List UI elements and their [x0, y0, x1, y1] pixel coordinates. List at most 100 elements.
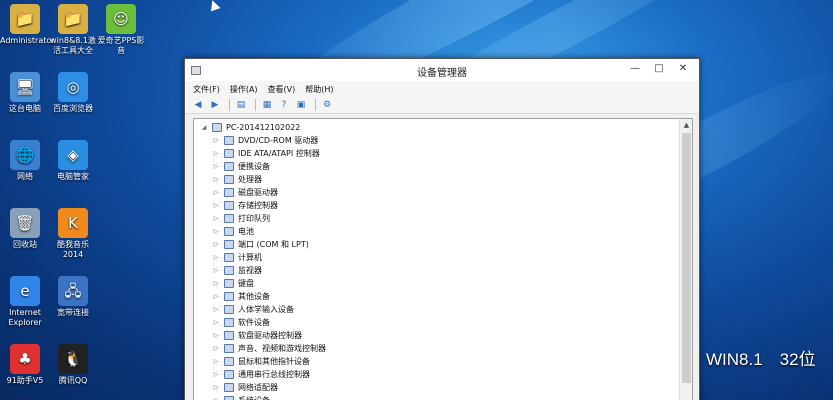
expand-triangle-icon[interactable]: ▷ [212, 397, 220, 400]
tree-item[interactable]: ▷ 处理器 [212, 173, 262, 185]
desktop-icon[interactable]: e Internet Explorer [0, 276, 50, 328]
expand-triangle-icon[interactable]: ▷ [212, 202, 220, 209]
toolbar-separator [315, 99, 316, 111]
expand-triangle-icon[interactable]: ▷ [212, 163, 220, 170]
tree-item[interactable]: ▷ 其他设备 [212, 290, 270, 302]
expand-triangle-icon[interactable]: ▷ [212, 345, 220, 352]
tree-item[interactable]: ▷ 计算机 [212, 251, 262, 263]
tree-item[interactable]: ▷ 存储控制器 [212, 199, 278, 211]
close-button[interactable]: ✕ [671, 61, 695, 77]
expand-triangle-icon[interactable]: ▷ [212, 280, 220, 287]
vertical-scrollbar[interactable]: ▲ [679, 119, 692, 400]
desktop-icon[interactable]: 🐧 腾讯QQ [48, 344, 98, 386]
desktop-icon[interactable]: K 酷我音乐2014 [48, 208, 98, 260]
tree-item[interactable]: ▷ 便携设备 [212, 160, 270, 172]
menu-help[interactable]: 帮助(H) [305, 84, 333, 95]
collapse-triangle-icon[interactable]: ◢ [200, 124, 208, 131]
desktop-icon[interactable]: ♣ 91助手V5 [0, 344, 50, 386]
desktop-icon[interactable]: ◎ 百度浏览器 [48, 72, 98, 114]
expand-triangle-icon[interactable]: ▷ [212, 293, 220, 300]
desktop-app-icon: K [58, 208, 88, 238]
desktop-icon[interactable]: ◈ 电脑管家 [48, 140, 98, 182]
tree-item-label: 存储控制器 [238, 200, 278, 210]
tree-item[interactable]: ▷ 电池 [212, 225, 254, 237]
tree-item[interactable]: ▷ 软盘驱动器控制器 [212, 329, 302, 341]
expand-triangle-icon[interactable]: ▷ [212, 189, 220, 196]
tree-root-node[interactable]: ◢ PC-20141210​2022 [200, 121, 300, 133]
desktop-icon[interactable]: 🗑 回收站 [0, 208, 50, 250]
desktop-app-icon: 🗑 [10, 208, 40, 238]
help-icon[interactable]: ? [277, 99, 291, 111]
tree-root-label: PC-20141210​2022 [226, 122, 301, 132]
device-category-icon [224, 291, 234, 301]
window-title: 设备管理器 [417, 68, 467, 79]
desktop-icon[interactable]: 🖧 宽带连接 [48, 276, 98, 318]
scroll-thumb[interactable] [682, 133, 691, 383]
desktop-icon[interactable]: 🖥 这台电脑 [0, 72, 50, 114]
device-category-icon [224, 304, 234, 314]
menu-action[interactable]: 操作(A) [230, 84, 258, 95]
tree-item[interactable]: ▷ 系统设备 [212, 394, 270, 400]
expand-triangle-icon[interactable]: ▷ [212, 384, 220, 391]
properties-icon[interactable]: ▦ [260, 99, 274, 111]
expand-triangle-icon[interactable]: ▷ [212, 267, 220, 274]
expand-triangle-icon[interactable]: ▷ [212, 150, 220, 157]
tree-item[interactable]: ▷ 软件设备 [212, 316, 270, 328]
tree-item-label: 人体学输入设备 [238, 304, 294, 314]
tree-item[interactable]: ▷ 打印队列 [212, 212, 270, 224]
tree-item-label: 鼠标和其他指针设备 [238, 356, 310, 366]
expand-triangle-icon[interactable]: ▷ [212, 228, 220, 235]
tree-item[interactable]: ▷ 声音、视频和游戏控制器 [212, 342, 326, 354]
forward-arrow-icon[interactable]: ▶ [208, 99, 222, 111]
minimize-button[interactable]: — [623, 61, 647, 77]
expand-triangle-icon[interactable]: ▷ [212, 319, 220, 326]
desktop-icon-label: 爱奇艺PPS影音 [97, 36, 145, 55]
tree-item[interactable]: ▷ 端口 (COM 和 LPT) [212, 238, 309, 250]
device-manager-window[interactable]: 设备管理器 — □ ✕ 文件(F) 操作(A) 查看(V) 帮助(H) ◀ ▶ … [184, 58, 700, 400]
menu-file[interactable]: 文件(F) [193, 84, 220, 95]
expand-triangle-icon[interactable]: ▷ [212, 332, 220, 339]
title-bar[interactable]: 设备管理器 — □ ✕ [185, 59, 699, 81]
desktop-icon[interactable]: 📁 Administrator [0, 4, 55, 46]
desktop-icon[interactable]: ☺ 爱奇艺PPS影音 [96, 4, 146, 56]
expand-triangle-icon[interactable]: ▷ [212, 215, 220, 222]
device-category-icon [224, 174, 234, 184]
menu-view[interactable]: 查看(V) [268, 84, 296, 95]
tree-item-label: 端口 (COM 和 LPT) [238, 239, 309, 249]
tree-item[interactable]: ▷ 键盘 [212, 277, 254, 289]
expand-triangle-icon[interactable]: ▷ [212, 358, 220, 365]
desktop-icon[interactable]: 📁 win8&8.1激活工具大全 [48, 4, 98, 56]
tree-item[interactable]: ▷ 网络适配器 [212, 381, 278, 393]
tree-item[interactable]: ▷ 监视器 [212, 264, 262, 276]
expand-triangle-icon[interactable]: ▷ [212, 371, 220, 378]
back-arrow-icon[interactable]: ◀ [191, 99, 205, 111]
view-icon[interactable]: ▣ [294, 99, 308, 111]
expand-triangle-icon[interactable]: ▷ [212, 241, 220, 248]
desktop-icon-label: 这台电脑 [9, 104, 41, 113]
tree-item[interactable]: ▷ DVD/CD-ROM 驱动器 [212, 134, 318, 146]
expand-triangle-icon[interactable]: ▷ [212, 137, 220, 144]
scan-hardware-icon[interactable]: ⚙ [320, 99, 334, 111]
desktop-app-icon: 🐧 [58, 344, 88, 374]
device-category-icon [224, 356, 234, 366]
expand-triangle-icon[interactable]: ▷ [212, 176, 220, 183]
tree-item[interactable]: ▷ 磁盘驱动器 [212, 186, 278, 198]
desktop-icon[interactable]: 🌐 网络 [0, 140, 50, 182]
device-tree[interactable]: ◢ PC-20141210​2022 ▷ DVD/CD-ROM 驱动器 ▷ IDE A… [193, 118, 693, 400]
tree-item-label: 便携设备 [238, 161, 270, 171]
device-category-icon [224, 239, 234, 249]
tree-item[interactable]: ▷ 人体学输入设备 [212, 303, 294, 315]
expand-triangle-icon[interactable]: ▷ [212, 254, 220, 261]
tree-item-label: DVD/CD-ROM 驱动器 [238, 135, 319, 145]
device-category-icon [224, 161, 234, 171]
show-hide-tree-icon[interactable]: ▤ [234, 99, 248, 111]
tree-item[interactable]: ▷ 通用串行总线控制器 [212, 368, 310, 380]
desktop-icon-label: 百度浏览器 [53, 104, 93, 113]
expand-triangle-icon[interactable]: ▷ [212, 306, 220, 313]
scroll-up-arrow-icon[interactable]: ▲ [680, 119, 692, 132]
tree-item-label: 其他设备 [238, 291, 270, 301]
tree-item[interactable]: ▷ IDE ATA/ATAPI 控制器 [212, 147, 320, 159]
tree-item[interactable]: ▷ 鼠标和其他指针设备 [212, 355, 310, 367]
device-category-icon [224, 226, 234, 236]
maximize-button[interactable]: □ [647, 61, 671, 77]
